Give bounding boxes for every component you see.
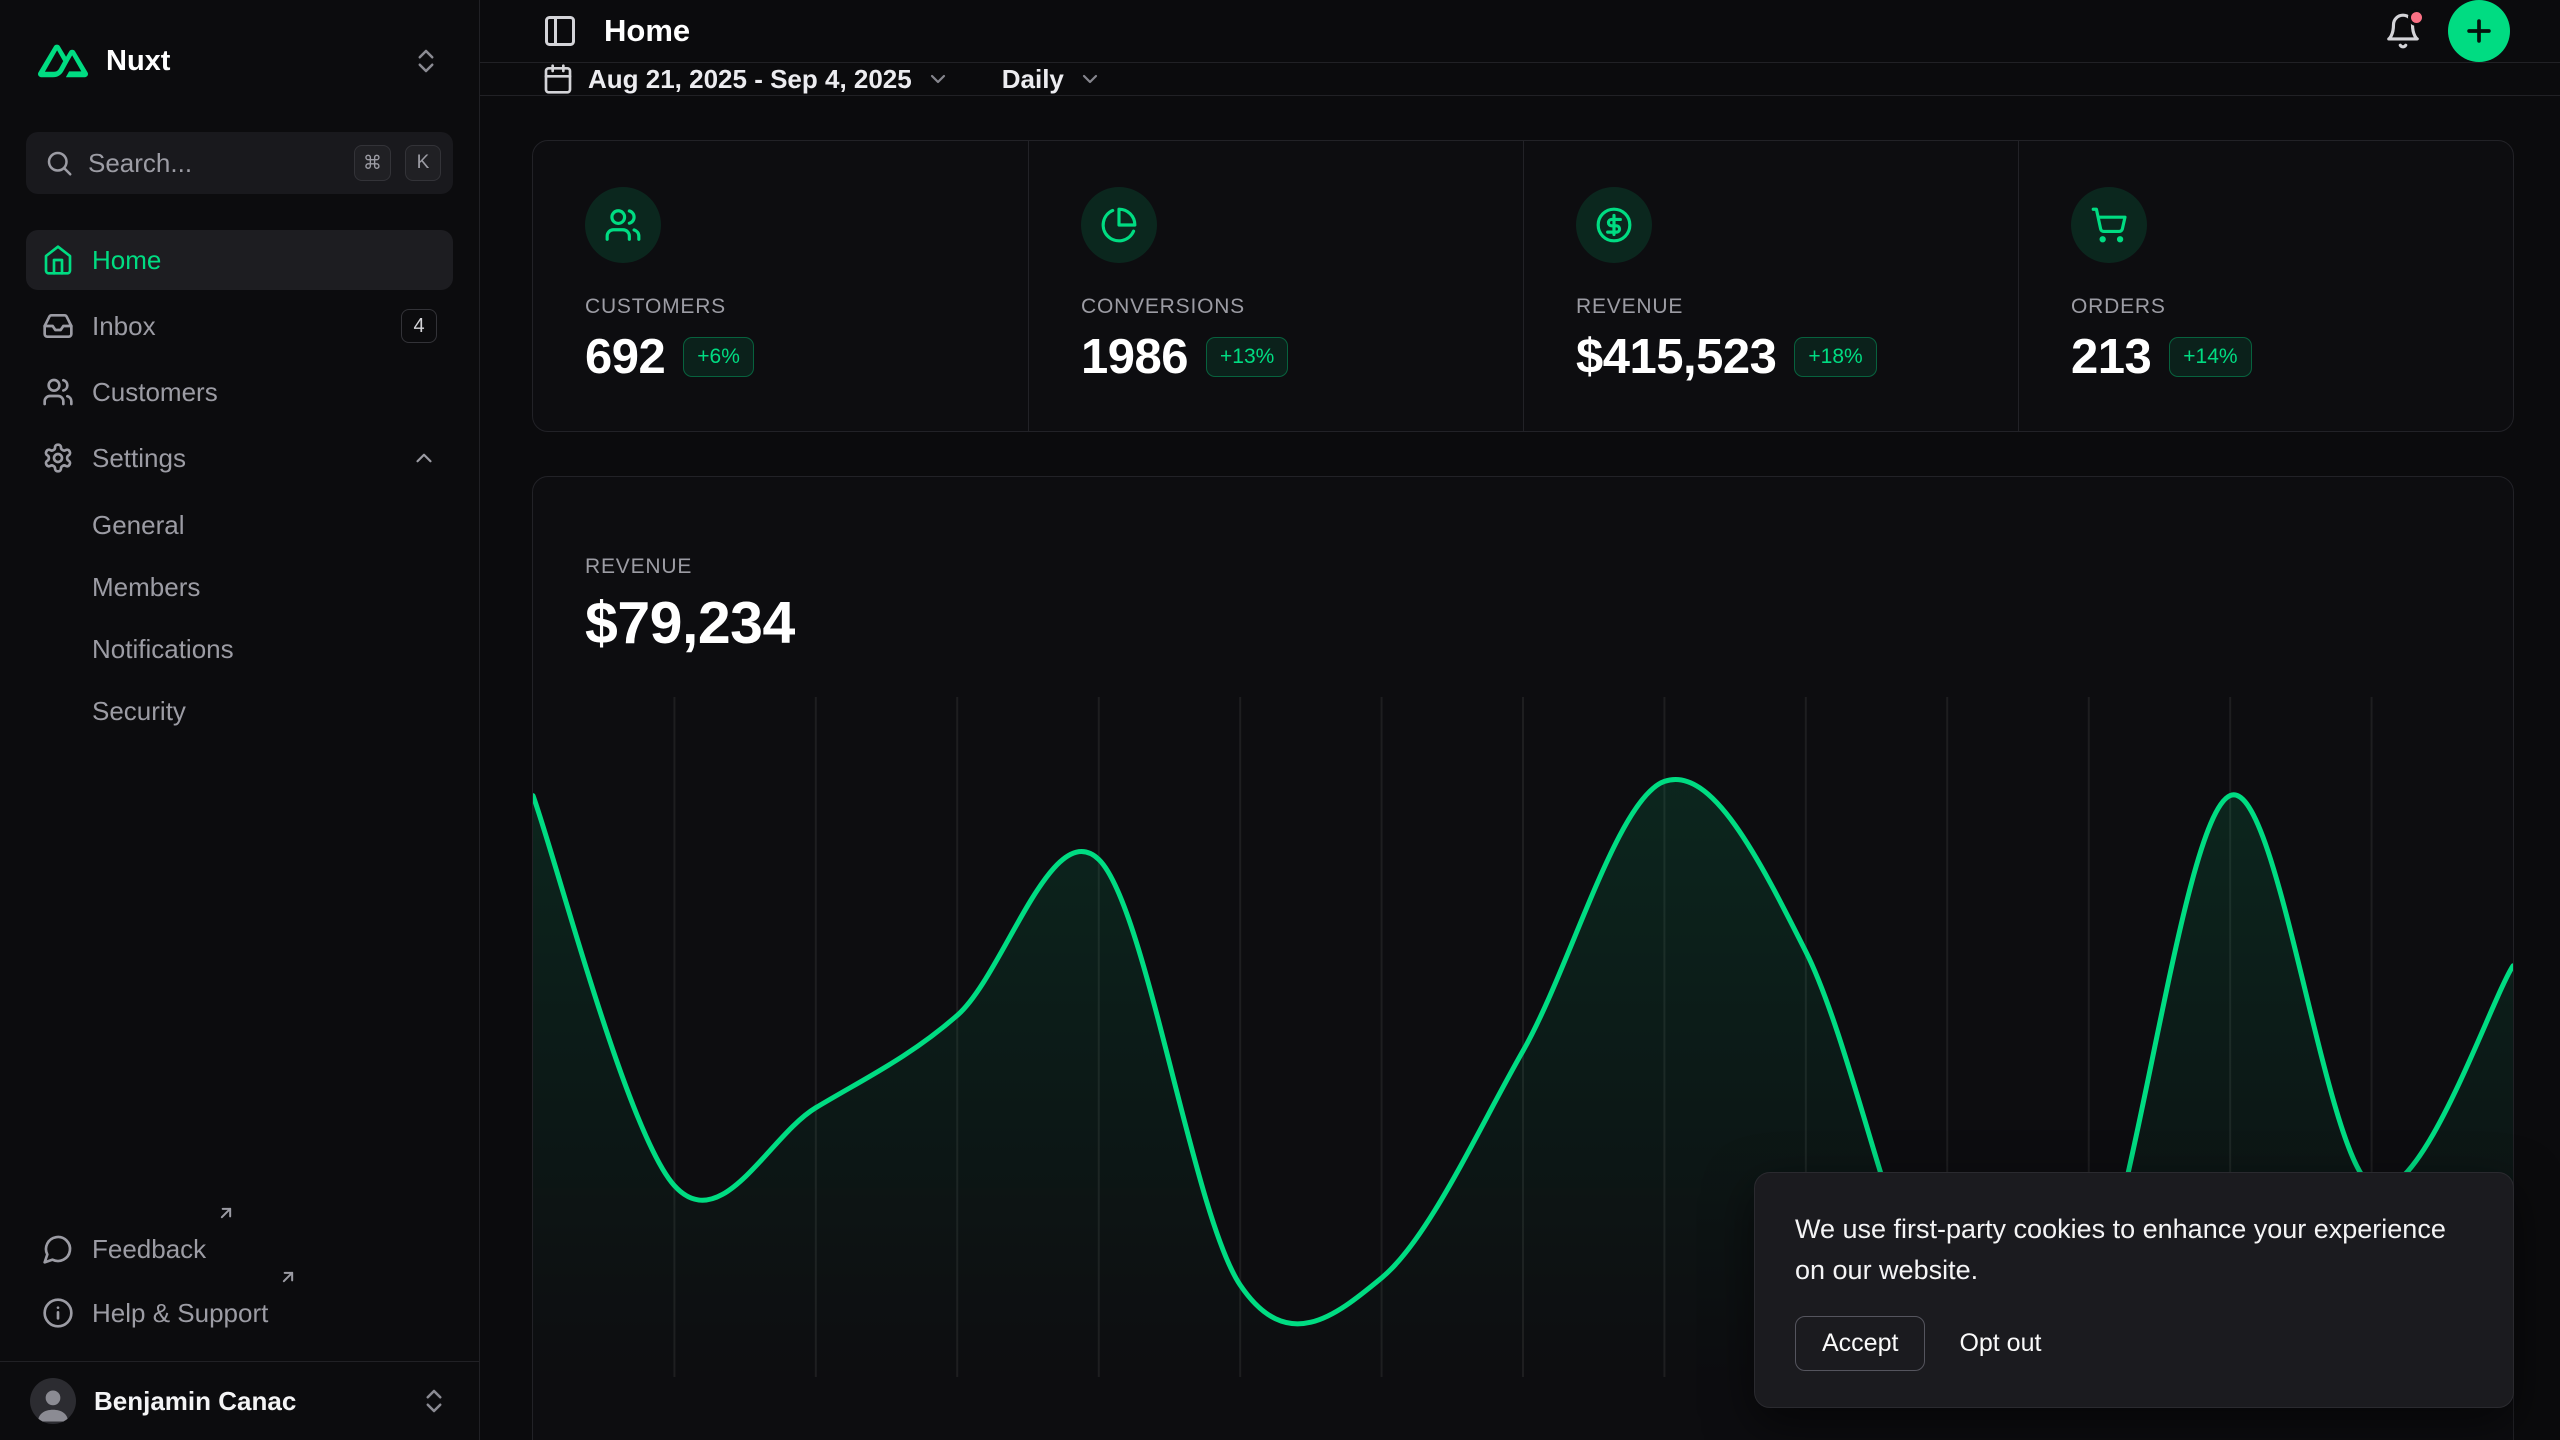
stat-label: ORDERS bbox=[2071, 295, 2461, 319]
stat-value: 692 bbox=[585, 329, 665, 385]
stat-value: $415,523 bbox=[1576, 329, 1776, 385]
inbox-count-badge: 4 bbox=[401, 309, 437, 343]
message-bubble-icon bbox=[42, 1233, 74, 1265]
sidebar-item-customers[interactable]: Customers bbox=[26, 362, 453, 422]
accept-button[interactable]: Accept bbox=[1795, 1316, 1925, 1371]
kbd-k: K bbox=[405, 145, 441, 181]
stat-label: CUSTOMERS bbox=[585, 295, 976, 319]
cookie-actions: Accept Opt out bbox=[1795, 1316, 2473, 1371]
filter-bar: Aug 21, 2025 - Sep 4, 2025 Daily bbox=[480, 63, 2560, 96]
stat-value: 213 bbox=[2071, 329, 2151, 385]
stat-customers: CUSTOMERS 692 +6% bbox=[533, 141, 1028, 431]
sidebar-item-label: Inbox bbox=[92, 311, 156, 342]
stat-revenue: REVENUE $415,523 +18% bbox=[1523, 141, 2018, 431]
sidebar-item-members[interactable]: Members bbox=[26, 558, 453, 616]
dollar-circle-icon bbox=[1576, 187, 1652, 263]
search-icon bbox=[44, 148, 74, 178]
stat-conversions: CONVERSIONS 1986 +13% bbox=[1028, 141, 1523, 431]
date-range-label: Aug 21, 2025 - Sep 4, 2025 bbox=[588, 64, 912, 95]
workspace-switcher[interactable]: Nuxt bbox=[26, 34, 453, 88]
sidebar-item-label: Feedback bbox=[92, 1234, 206, 1265]
panel-left-icon bbox=[542, 13, 578, 49]
sidebar-item-feedback[interactable]: Feedback bbox=[26, 1219, 453, 1279]
stat-delta-badge: +18% bbox=[1794, 337, 1876, 377]
stat-orders: ORDERS 213 +14% bbox=[2018, 141, 2513, 431]
cart-icon bbox=[2071, 187, 2147, 263]
user-name: Benjamin Canac bbox=[94, 1386, 401, 1417]
workspace-name: Nuxt bbox=[106, 45, 393, 78]
chevrons-up-down-icon bbox=[419, 1386, 449, 1416]
chevron-down-icon bbox=[1078, 67, 1102, 91]
date-range-picker[interactable]: Aug 21, 2025 - Sep 4, 2025 bbox=[542, 63, 950, 95]
plus-icon bbox=[2462, 14, 2496, 48]
home-icon bbox=[42, 244, 74, 276]
info-circle-icon bbox=[42, 1297, 74, 1329]
granularity-select[interactable]: Daily bbox=[1002, 64, 1102, 95]
calendar-icon bbox=[542, 63, 574, 95]
cookie-banner: We use first-party cookies to enhance yo… bbox=[1754, 1172, 2514, 1408]
topbar: Home bbox=[480, 0, 2560, 63]
sidebar-toggle-button[interactable] bbox=[542, 13, 578, 49]
notification-dot bbox=[2408, 9, 2425, 26]
sidebar-nav: Home Inbox 4 Customers bbox=[26, 230, 453, 740]
sidebar-item-security[interactable]: Security bbox=[26, 682, 453, 740]
sidebar-footer: Feedback Help & Support bbox=[0, 1219, 479, 1361]
search-box[interactable]: ⌘ K bbox=[26, 132, 453, 194]
users-icon bbox=[42, 376, 74, 408]
add-button[interactable] bbox=[2448, 0, 2510, 62]
sidebar-item-settings[interactable]: Settings bbox=[26, 428, 453, 488]
sidebar-top: Nuxt ⌘ K Home bbox=[0, 0, 479, 1219]
pie-chart-icon bbox=[1081, 187, 1157, 263]
chevron-up-icon bbox=[411, 445, 437, 471]
chevron-down-icon bbox=[926, 67, 950, 91]
stat-delta-badge: +14% bbox=[2169, 337, 2251, 377]
stat-delta-badge: +13% bbox=[1206, 337, 1288, 377]
user-menu[interactable]: Benjamin Canac bbox=[0, 1361, 479, 1440]
sidebar-item-label: Home bbox=[92, 245, 161, 276]
nuxt-logo-icon bbox=[38, 44, 88, 78]
external-link-icon bbox=[278, 1267, 298, 1287]
stats-row: CUSTOMERS 692 +6% CONVERSIONS 1986 +13% bbox=[532, 140, 2514, 432]
stat-label: REVENUE bbox=[1576, 295, 1966, 319]
kbd-cmd: ⌘ bbox=[354, 145, 391, 181]
revenue-value: $79,234 bbox=[585, 589, 2461, 657]
gear-icon bbox=[42, 442, 74, 474]
page-title: Home bbox=[604, 13, 690, 49]
revenue-label: REVENUE bbox=[585, 555, 2461, 579]
sidebar-item-general[interactable]: General bbox=[26, 496, 453, 554]
sidebar-item-label: Help & Support bbox=[92, 1298, 268, 1329]
external-link-icon bbox=[216, 1203, 236, 1223]
sidebar-item-label: Customers bbox=[92, 377, 218, 408]
opt-out-button[interactable]: Opt out bbox=[1959, 1329, 2041, 1358]
sidebar-item-label: Settings bbox=[92, 443, 186, 474]
inbox-icon bbox=[42, 310, 74, 342]
users-icon bbox=[585, 187, 661, 263]
sidebar-item-inbox[interactable]: Inbox 4 bbox=[26, 296, 453, 356]
settings-submenu: General Members Notifications Security bbox=[26, 496, 453, 740]
cookie-message: We use first-party cookies to enhance yo… bbox=[1795, 1209, 2473, 1290]
sidebar-item-help-support[interactable]: Help & Support bbox=[26, 1283, 453, 1343]
revenue-header: REVENUE $79,234 bbox=[533, 477, 2513, 657]
stat-value: 1986 bbox=[1081, 329, 1188, 385]
avatar bbox=[30, 1378, 76, 1424]
sidebar-item-home[interactable]: Home bbox=[26, 230, 453, 290]
stat-delta-badge: +6% bbox=[683, 337, 754, 377]
chevrons-up-down-icon bbox=[411, 46, 441, 76]
granularity-label: Daily bbox=[1002, 64, 1064, 95]
sidebar-item-notifications[interactable]: Notifications bbox=[26, 620, 453, 678]
notifications-button[interactable] bbox=[2384, 12, 2422, 50]
search-input[interactable] bbox=[88, 148, 340, 179]
stat-label: CONVERSIONS bbox=[1081, 295, 1471, 319]
sidebar: Nuxt ⌘ K Home bbox=[0, 0, 480, 1440]
